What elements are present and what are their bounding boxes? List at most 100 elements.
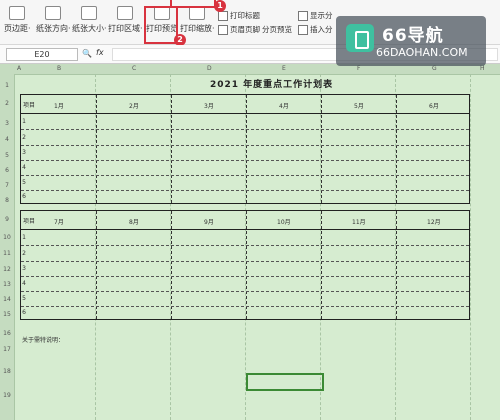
row-divider (21, 160, 469, 161)
insert-page-break-button[interactable]: 插入分 (298, 24, 333, 36)
column-divider (96, 211, 97, 319)
sheet-title: 2021 年度重点工作计划表 (210, 80, 334, 90)
row-header[interactable]: 9 (0, 216, 14, 223)
row-divider (21, 145, 469, 146)
month-label: 1月 (54, 103, 64, 110)
column-header[interactable]: D (207, 65, 212, 72)
column-divider (321, 95, 322, 203)
month-label: 11月 (352, 219, 366, 226)
month-label: 9月 (204, 219, 214, 226)
row-header[interactable]: 1 (0, 82, 14, 89)
table-header-label: 项目 (23, 218, 36, 225)
print-area-button[interactable]: 打印区域· (108, 6, 143, 38)
row-header[interactable]: 2 (0, 100, 14, 107)
item-number: 2 (22, 250, 26, 257)
item-number: 5 (22, 295, 26, 302)
item-number: 2 (22, 134, 26, 141)
row-header[interactable]: 14 (0, 296, 14, 303)
month-label: 2月 (129, 103, 139, 110)
signpost-logo-icon (346, 24, 374, 52)
row-header[interactable]: 4 (0, 136, 14, 143)
item-number: 3 (22, 265, 26, 272)
row-header[interactable]: 7 (0, 182, 14, 189)
row-header[interactable]: 8 (0, 197, 14, 204)
column-divider (246, 95, 247, 203)
row-header[interactable]: 6 (0, 167, 14, 174)
row-divider (21, 190, 469, 191)
row-divider (21, 306, 469, 307)
row-header[interactable]: 5 (0, 152, 14, 159)
row-header[interactable]: 18 (0, 368, 14, 375)
paper-size-button[interactable]: 纸张大小· (72, 6, 107, 38)
print-scale-button[interactable]: 打印缩放· (180, 6, 215, 38)
item-number: 4 (22, 164, 26, 171)
name-box[interactable]: E20 (6, 48, 78, 61)
print-area-icon (117, 6, 134, 20)
row-header[interactable]: 11 (0, 250, 14, 257)
row-divider (21, 245, 469, 246)
header-footer-button[interactable]: 页眉页脚 (218, 24, 260, 36)
row-header[interactable]: 17 (0, 346, 14, 353)
row-header[interactable]: 12 (0, 266, 14, 273)
row-header[interactable]: 15 (0, 311, 14, 318)
spreadsheet-area[interactable]: A B C D E F G H 1 2 3 4 5 6 7 8 9 10 11 … (0, 64, 500, 420)
row-header[interactable]: 10 (0, 234, 14, 241)
table-header-row: 项目 7月 8月 9月 10月 11月 12月 (21, 211, 469, 230)
row-header[interactable]: 16 (0, 330, 14, 337)
column-header[interactable]: C (132, 65, 136, 72)
orientation-button[interactable]: 纸张方向· (36, 6, 71, 38)
month-label: 5月 (354, 103, 364, 110)
row-divider (21, 175, 469, 176)
column-header[interactable]: H (480, 65, 485, 72)
month-label: 12月 (427, 219, 441, 226)
column-divider (321, 211, 322, 319)
column-divider (96, 95, 97, 203)
column-header[interactable]: B (57, 65, 61, 72)
watermark-name: 66导航 (382, 26, 444, 46)
zoom-icon[interactable]: 🔍 (82, 49, 92, 58)
column-divider (396, 211, 397, 319)
watermark: 66导航 66DAOHAN.COM (336, 16, 486, 66)
fx-icon[interactable]: fx (96, 48, 104, 57)
print-scale-icon (189, 6, 206, 20)
selected-cell[interactable] (246, 373, 324, 391)
month-label: 8月 (129, 219, 139, 226)
column-divider (246, 211, 247, 319)
column-header[interactable]: G (432, 65, 437, 72)
item-number: 4 (22, 280, 26, 287)
item-number: 1 (22, 234, 26, 241)
print-preview-highlight (144, 6, 178, 44)
checkbox-icon (298, 11, 308, 21)
column-divider (171, 95, 172, 203)
margins-button[interactable]: 页边距· (4, 6, 31, 38)
print-titles-icon (218, 11, 228, 21)
margins-icon (9, 6, 26, 20)
column-header[interactable]: A (17, 65, 21, 72)
row-divider (21, 261, 469, 262)
header-footer-icon (218, 25, 228, 35)
table-header-label: 项目 (23, 102, 36, 109)
row-divider (21, 276, 469, 277)
row-header[interactable]: 3 (0, 120, 14, 127)
table-header-row: 项目 1月 2月 3月 4月 5月 6月 (21, 95, 469, 114)
plan-table-h1: 项目 1月 2月 3月 4月 5月 6月 1 2 3 4 5 6 (20, 94, 470, 204)
row-header[interactable]: 13 (0, 281, 14, 288)
show-split-checkbox[interactable]: 显示分 (298, 10, 333, 22)
plan-table-h2: 项目 7月 8月 9月 10月 11月 12月 1 2 3 4 5 6 (20, 210, 470, 320)
month-label: 10月 (277, 219, 291, 226)
watermark-domain: 66DAOHAN.COM (376, 46, 468, 59)
month-label: 4月 (279, 103, 289, 110)
step-marker-1: 1 (214, 0, 226, 12)
month-label: 6月 (429, 103, 439, 110)
month-label: 7月 (54, 219, 64, 226)
page-break-preview-button[interactable]: 分页预览 (262, 24, 292, 36)
column-header[interactable]: F (357, 65, 360, 72)
print-titles-button[interactable]: 打印标题 (218, 10, 260, 22)
column-divider (171, 211, 172, 319)
row-divider (21, 129, 469, 130)
insert-icon (298, 25, 308, 35)
column-header[interactable]: E (282, 65, 286, 72)
row-header[interactable]: 19 (0, 392, 14, 399)
item-number: 1 (22, 118, 26, 125)
row-divider (21, 291, 469, 292)
